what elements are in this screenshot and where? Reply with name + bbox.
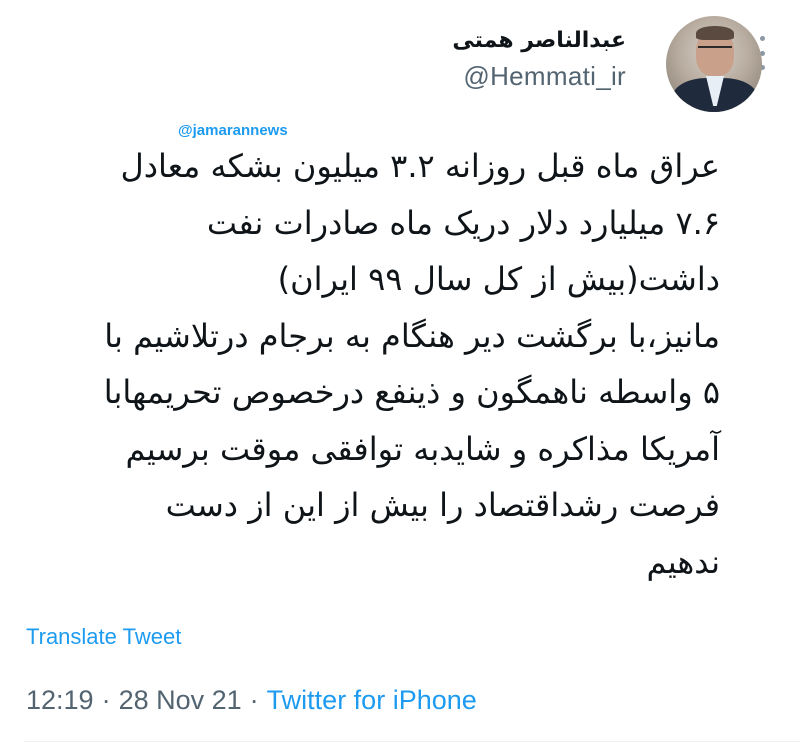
meta-separator: · bbox=[101, 685, 111, 715]
tweet-text-line: ۵ واسطه ناهمگون و ذینفع درخصوص تحریمهابا bbox=[103, 373, 720, 411]
tweet-text-line: مانیز،با برگشت دیر هنگام به برجام درتلاش… bbox=[104, 316, 720, 355]
tweet-text-line: داشت(بیش از کل سال ۹۹ ایران) bbox=[277, 260, 720, 298]
divider bbox=[24, 741, 800, 742]
translate-tweet-link[interactable]: Translate Tweet bbox=[26, 624, 181, 650]
tweet-text-line: آمریکا مذاکره و شایدبه توافقی موقت برسیم bbox=[125, 429, 720, 468]
tweet-header: عبدالناصر همتی @Hemmati_ir bbox=[452, 16, 762, 112]
tweet-metadata: 12:19 · 28 Nov 21 · Twitter for iPhone bbox=[26, 685, 477, 716]
tweet-text-line: ۷.۶ میلیارد دلار دریک ماه صادرات نفت bbox=[206, 203, 720, 242]
avatar[interactable] bbox=[666, 16, 762, 112]
tweet-text: عراق ماه قبل روزانه ۳.۲ میلیون بشکه معاد… bbox=[20, 138, 720, 590]
author-display-name[interactable]: عبدالناصر همتی bbox=[452, 28, 626, 53]
tweet-card: عبدالناصر همتی @Hemmati_ir @jamarannews … bbox=[0, 0, 800, 751]
tweet-text-line: فرصت رشداقتصاد را بیش از این از دست bbox=[165, 486, 720, 524]
author-names: عبدالناصر همتی @Hemmati_ir bbox=[452, 28, 626, 92]
author-handle[interactable]: @Hemmati_ir bbox=[463, 61, 626, 92]
tweet-source-link[interactable]: Twitter for iPhone bbox=[267, 685, 477, 716]
tweet-text-line: عراق ماه قبل روزانه ۳.۲ میلیون بشکه معاد… bbox=[120, 147, 720, 185]
watermark: @jamarannews bbox=[178, 122, 288, 139]
tweet-time[interactable]: 12:19 bbox=[26, 685, 94, 716]
tweet-date[interactable]: 28 Nov 21 bbox=[119, 685, 242, 716]
meta-separator: · bbox=[249, 685, 259, 715]
tweet-text-line: ندهیم bbox=[646, 542, 720, 581]
